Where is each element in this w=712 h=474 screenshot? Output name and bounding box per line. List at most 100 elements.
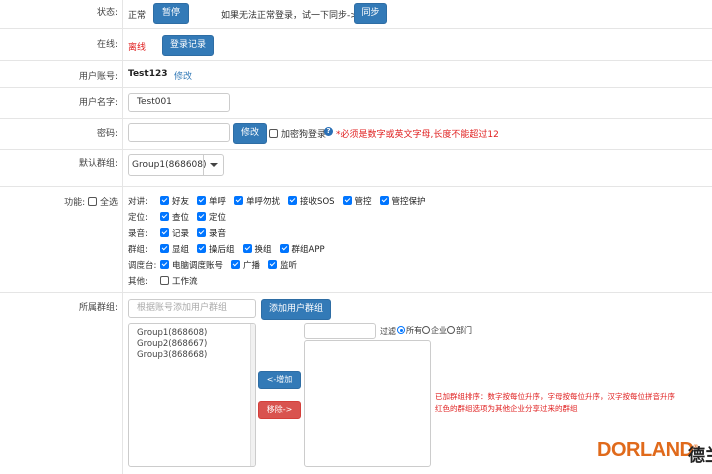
password-label: 密码: — [96, 129, 118, 139]
sync-button[interactable]: 同步 — [354, 3, 387, 24]
online-row: 在线: 离线 登录记录 — [0, 29, 712, 61]
permission-label: 定位 — [209, 213, 227, 223]
account-edit-link[interactable]: 修改 — [174, 69, 192, 82]
list-item[interactable]: Group3(868668) — [137, 350, 255, 361]
permission-checkbox[interactable] — [268, 260, 278, 269]
permission-label: 广播 — [243, 261, 261, 271]
permission-label: 操后组 — [209, 245, 235, 255]
password-input[interactable] — [128, 123, 230, 142]
permission-checkbox[interactable] — [242, 244, 252, 253]
online-label: 在线: — [96, 40, 118, 50]
permission-label: 好友 — [172, 197, 190, 207]
permission-option[interactable]: 操后组 — [197, 243, 235, 255]
remove-button[interactable]: 移除-> — [258, 401, 301, 419]
filter-radio-option[interactable]: 所有 — [397, 326, 422, 335]
permission-option[interactable]: 群组APP — [279, 243, 325, 255]
permission-option[interactable]: 管控 — [342, 195, 372, 207]
permission-checkbox[interactable] — [379, 196, 389, 205]
functions-row: 功能: 全选 对讲: 好友 单呼 单呼勿扰 接收SOS 管控 管控保护 定位: 查位 定位 录音: 记… — [0, 187, 712, 293]
chevron-down-icon[interactable] — [203, 155, 223, 175]
list-item[interactable]: Group2(868667) — [137, 339, 255, 350]
functions-label: 功能: — [64, 198, 86, 208]
status-label: 状态: — [96, 8, 118, 18]
filter-radio-option[interactable]: 部门 — [447, 326, 472, 335]
permission-option[interactable]: 录音 — [197, 227, 226, 239]
permission-option[interactable]: 单呼 — [197, 195, 226, 207]
current-groups-list[interactable]: Group1(868608) Group2(868667) Group3(86866… — [128, 323, 256, 467]
permission-checkbox[interactable] — [231, 260, 241, 269]
permission-checkbox[interactable] — [279, 244, 289, 253]
functions-label-group: 功能: 全选 — [64, 195, 118, 208]
logo-suffix: 德兰 — [688, 446, 712, 466]
help-icon[interactable]: ? — [324, 127, 333, 136]
available-groups-list[interactable] — [304, 340, 431, 467]
default-group-label: 默认群组: — [78, 159, 118, 169]
permission-checkbox[interactable] — [234, 196, 244, 205]
permission-label: 换组 — [254, 245, 272, 255]
permission-checkbox[interactable] — [197, 244, 207, 253]
permission-option[interactable]: 单呼勿扰 — [234, 195, 280, 207]
permission-label: 电脑调度账号 — [172, 261, 224, 271]
account-row: 用户账号: Test123 修改 — [0, 61, 712, 88]
add-arrow-button[interactable]: <-增加 — [258, 371, 301, 389]
permission-checkbox[interactable] — [160, 196, 169, 205]
permission-option[interactable]: 显组 — [160, 243, 189, 255]
permission-option[interactable]: 定位 — [197, 211, 226, 223]
permission-category: 对讲: — [128, 197, 148, 207]
group-search-input[interactable]: 根据账号添加用户群组 — [128, 299, 256, 318]
permission-checkbox[interactable] — [160, 244, 169, 253]
permission-checkbox[interactable] — [160, 276, 169, 285]
online-status: 离线 — [128, 43, 147, 53]
permission-checkbox[interactable] — [160, 228, 169, 237]
username-input[interactable]: Test001 — [128, 93, 230, 112]
sync-hint: 如果无法正常登录，试一下同步-> — [221, 11, 358, 21]
select-all-checkbox[interactable] — [87, 197, 97, 206]
default-group-row: 默认群组: Group1(868608) — [0, 150, 712, 187]
filter-radio[interactable] — [397, 326, 405, 334]
permission-row: 对讲: 好友 单呼 单呼勿扰 接收SOS 管控 管控保护 — [128, 195, 434, 207]
password-edit-button[interactable]: 修改 — [233, 123, 267, 144]
permission-option[interactable]: 工作流 — [160, 275, 198, 287]
member-groups-row: 所属群组: 根据账号添加用户群组 添加用户群组 Group1(868608) Gr… — [0, 293, 712, 474]
permission-row: 定位: 查位 定位 — [128, 211, 234, 223]
add-user-group-button[interactable]: 添加用户群组 — [261, 299, 331, 320]
default-group-value: Group1(868608) — [132, 160, 207, 170]
permission-option[interactable]: 换组 — [242, 243, 272, 255]
login-record-button[interactable]: 登录记录 — [162, 35, 214, 56]
permission-option[interactable]: 记录 — [160, 227, 189, 239]
permission-checkbox[interactable] — [160, 212, 169, 221]
encrypt-login-option[interactable]: 加密狗登录 — [269, 127, 326, 140]
permission-option[interactable]: 管控保护 — [379, 195, 426, 207]
permission-checkbox[interactable] — [160, 260, 169, 269]
permission-checkbox[interactable] — [342, 196, 352, 205]
filter-options: 所有 企业 部门 — [397, 325, 472, 336]
permission-row: 群组: 显组 操后组 换组 群组APP — [128, 243, 333, 255]
filter-radio-label: 所有 — [406, 326, 422, 335]
scrollbar[interactable] — [250, 324, 255, 466]
status-value: 正常 — [128, 11, 147, 21]
filter-radio-option[interactable]: 企业 — [422, 326, 447, 335]
member-groups-label: 所属群组: — [78, 303, 118, 313]
permission-category: 调度台: — [128, 261, 157, 271]
permission-label: 管控保护 — [391, 197, 426, 207]
permission-option[interactable]: 监听 — [268, 259, 297, 271]
filter-radio[interactable] — [422, 326, 430, 334]
permission-checkbox[interactable] — [197, 212, 207, 221]
permission-label: 显组 — [172, 245, 190, 255]
permission-option[interactable]: 电脑调度账号 — [160, 259, 223, 271]
permission-checkbox[interactable] — [197, 196, 207, 205]
permission-checkbox[interactable] — [197, 228, 207, 237]
permission-checkbox[interactable] — [288, 196, 298, 205]
pause-button[interactable]: 暂停 — [153, 3, 189, 24]
filter-input[interactable] — [304, 323, 376, 339]
permission-category: 录音: — [128, 229, 148, 239]
permission-option[interactable]: 接收SOS — [288, 195, 335, 207]
list-item[interactable]: Group1(868608) — [137, 328, 255, 339]
permission-option[interactable]: 好友 — [160, 195, 189, 207]
default-group-select[interactable]: Group1(868608) — [128, 154, 224, 176]
sort-note: 已加群组排序：数字按每位升序，字母按每位升序，汉字按每位拼音升序 — [435, 392, 675, 401]
filter-radio[interactable] — [447, 326, 455, 334]
permission-option[interactable]: 广播 — [231, 259, 260, 271]
permission-option[interactable]: 查位 — [160, 211, 189, 223]
encrypt-login-checkbox[interactable] — [269, 129, 278, 138]
